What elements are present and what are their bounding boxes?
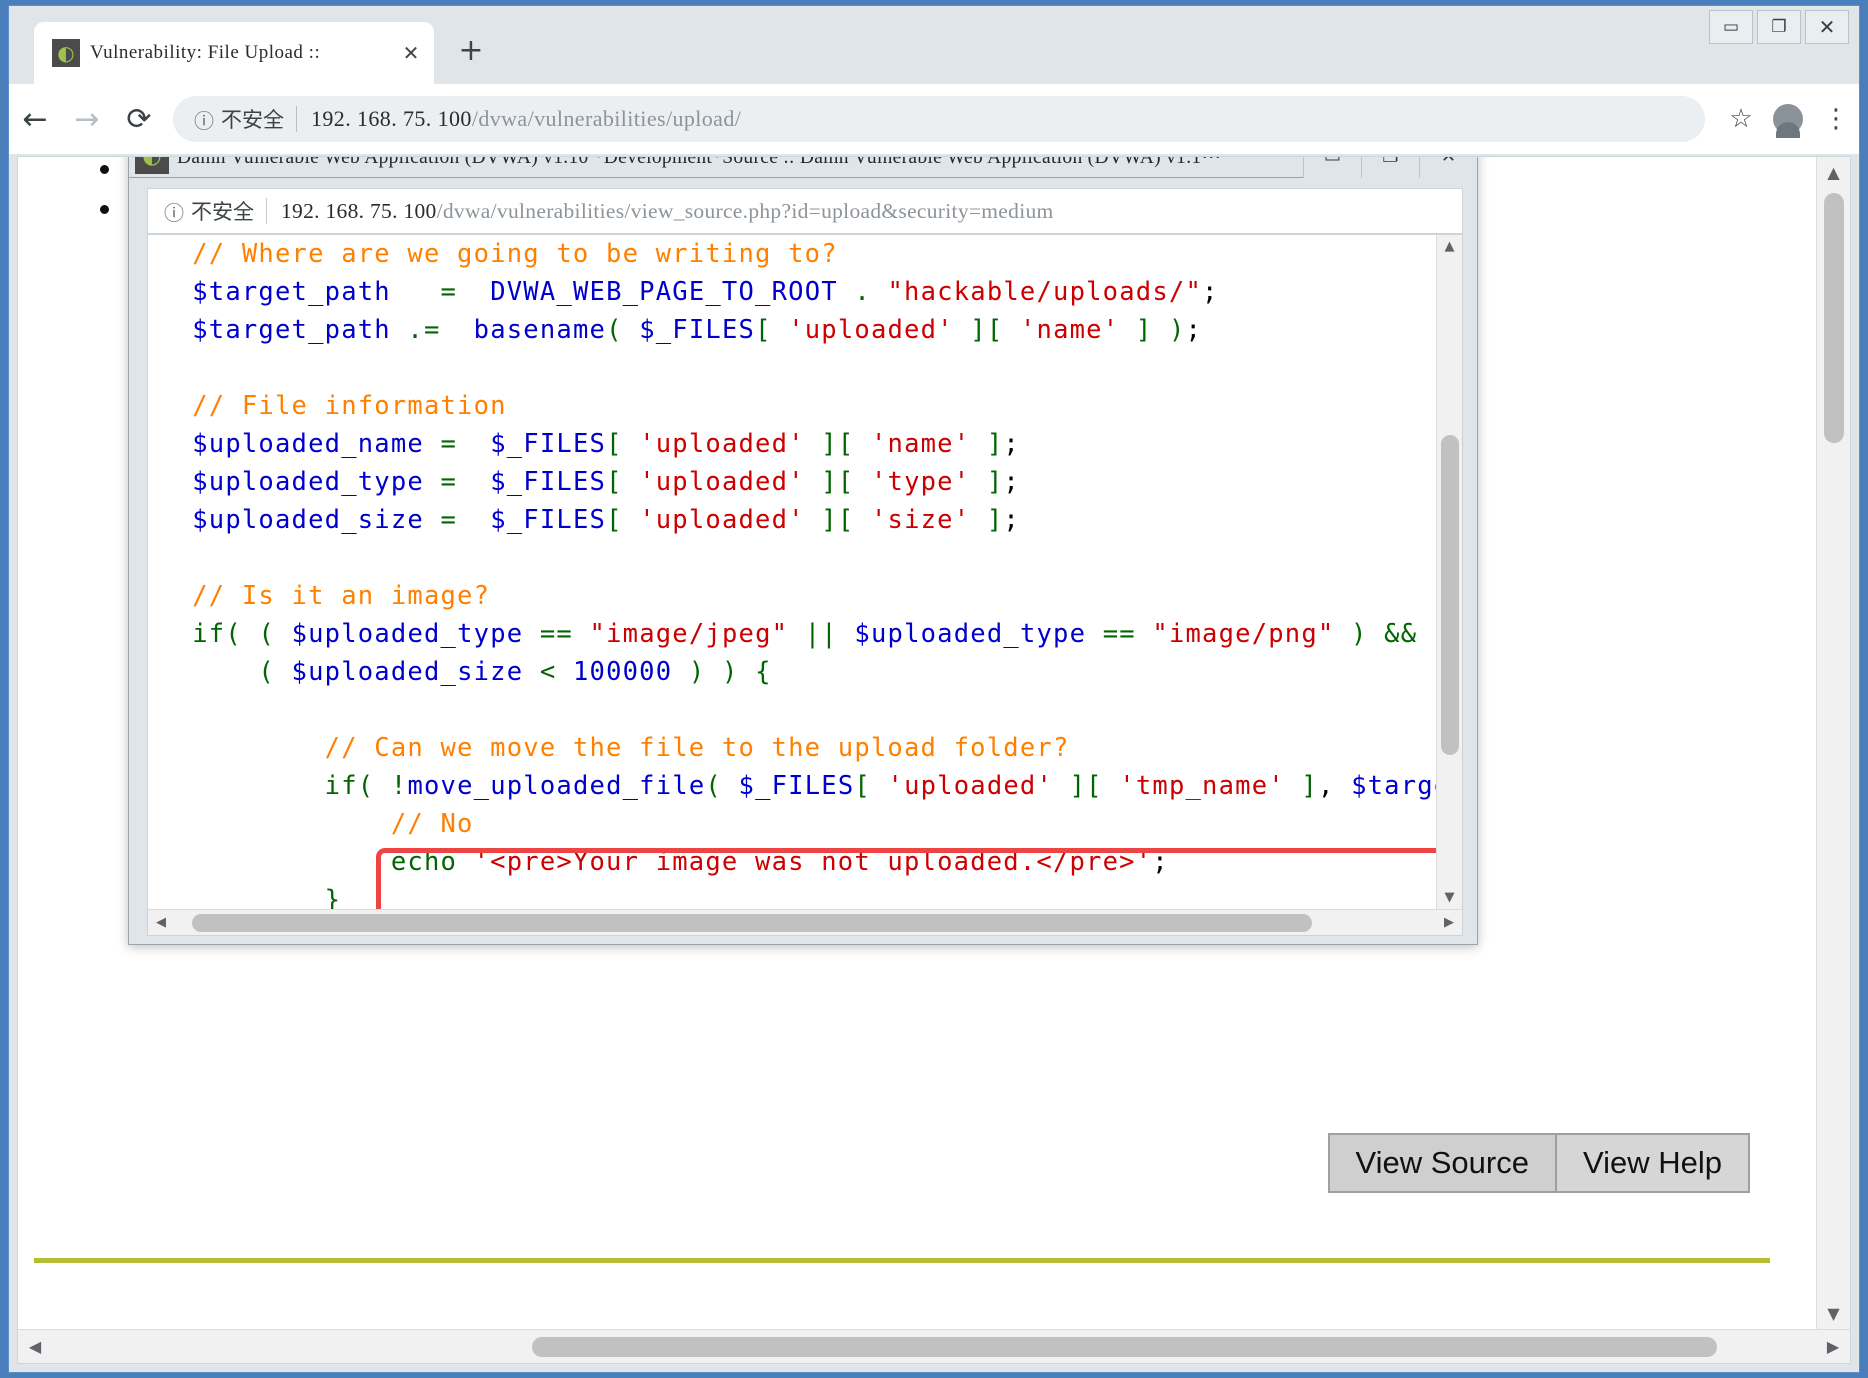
url-host: 192. 168. 75. 100 bbox=[311, 106, 472, 131]
page-horizontal-scrollbar[interactable]: ◀ ▶ bbox=[18, 1329, 1850, 1363]
view-help-button[interactable]: View Help bbox=[1556, 1135, 1748, 1191]
url-text: 192. 168. 75. 100/dvwa/vulnerabilities/v… bbox=[281, 199, 1054, 224]
bookmark-star-icon[interactable]: ☆ bbox=[1719, 104, 1763, 134]
scroll-down-arrow-icon[interactable]: ▼ bbox=[1817, 1304, 1850, 1323]
code-vertical-scrollbar[interactable]: ▲ ▼ bbox=[1436, 235, 1462, 909]
tab-title: Vulnerability: File Upload :: bbox=[90, 42, 321, 63]
avatar[interactable] bbox=[1763, 104, 1813, 138]
page-action-buttons: View Source View Help bbox=[1327, 1133, 1750, 1193]
new-tab-button[interactable]: + bbox=[454, 36, 488, 70]
scroll-right-arrow-icon[interactable]: ▶ bbox=[1436, 915, 1462, 930]
view-source-button[interactable]: View Source bbox=[1329, 1135, 1557, 1191]
security-status-label: 不安全 bbox=[221, 108, 284, 132]
source-code-block: // Where are we going to be writing to? … bbox=[192, 238, 1436, 910]
source-code-panel: // Where are we going to be writing to? … bbox=[147, 234, 1463, 936]
address-bar[interactable]: ⓘ 不安全 192. 168. 75. 100/dvwa/vulnerabili… bbox=[173, 96, 1705, 142]
popup-restore-button[interactable]: ❐ bbox=[1361, 157, 1419, 178]
restore-button[interactable]: ❐ bbox=[1757, 10, 1801, 44]
menu-kebab-icon[interactable]: ⋮ bbox=[1813, 106, 1859, 132]
scroll-up-arrow-icon[interactable]: ▲ bbox=[1437, 239, 1462, 254]
popup-minimize-button[interactable]: ▭ bbox=[1303, 157, 1361, 178]
security-status-label: 不安全 bbox=[191, 200, 254, 224]
page-vertical-scrollbar[interactable]: ▲ ▼ bbox=[1816, 157, 1850, 1329]
page-accent-bar bbox=[34, 1258, 1770, 1263]
code-horizontal-scrollbar[interactable]: ◀ ▶ bbox=[148, 909, 1462, 935]
popup-close-button[interactable]: ✕ bbox=[1419, 157, 1477, 178]
list-bullet bbox=[100, 205, 109, 214]
popup-window-controls: ▭ ❐ ✕ bbox=[1303, 157, 1477, 178]
dvwa-favicon-icon: ◐ bbox=[52, 39, 80, 67]
page-viewport: View Source View Help ◐ Damn Vulnerable … bbox=[17, 156, 1851, 1364]
back-icon[interactable]: ← bbox=[9, 102, 61, 137]
divider bbox=[296, 106, 297, 132]
browser-toolbar: ← → ⟳ ⓘ 不安全 192. 168. 75. 100/dvwa/vulne… bbox=[9, 84, 1859, 154]
scroll-thumb[interactable] bbox=[1441, 435, 1459, 755]
scroll-thumb[interactable] bbox=[1824, 193, 1844, 443]
minimize-button[interactable]: ▭ bbox=[1709, 10, 1753, 44]
scroll-thumb[interactable] bbox=[532, 1336, 1717, 1357]
scroll-down-arrow-icon[interactable]: ▼ bbox=[1437, 890, 1462, 905]
view-source-popup-window: ◐ Damn Vulnerable Web Application (DVWA)… bbox=[128, 156, 1478, 945]
url-path: /dvwa/vulnerabilities/view_source.php?id… bbox=[436, 198, 1054, 223]
scroll-right-arrow-icon[interactable]: ▶ bbox=[1816, 1337, 1850, 1356]
scroll-left-arrow-icon[interactable]: ◀ bbox=[18, 1337, 52, 1356]
reload-icon[interactable]: ⟳ bbox=[113, 102, 165, 137]
info-icon[interactable]: ⓘ bbox=[191, 105, 217, 134]
scroll-up-arrow-icon[interactable]: ▲ bbox=[1817, 163, 1850, 182]
list-bullet bbox=[100, 165, 109, 174]
popup-title-bar[interactable]: ◐ Damn Vulnerable Web Application (DVWA)… bbox=[129, 156, 1477, 178]
dvwa-favicon-icon: ◐ bbox=[135, 157, 169, 174]
forward-icon[interactable]: → bbox=[61, 102, 113, 137]
url-text: 192. 168. 75. 100/dvwa/vulnerabilities/u… bbox=[311, 106, 741, 132]
browser-tab[interactable]: ◐ Vulnerability: File Upload :: ✕ bbox=[34, 22, 434, 84]
source-code-clip: // Where are we going to be writing to? … bbox=[148, 235, 1436, 909]
url-path: /dvwa/vulnerabilities/upload/ bbox=[471, 106, 742, 131]
scroll-left-arrow-icon[interactable]: ◀ bbox=[148, 915, 174, 930]
scroll-thumb[interactable] bbox=[192, 913, 1312, 932]
tab-strip: ◐ Vulnerability: File Upload :: ✕ + bbox=[9, 6, 1859, 84]
browser-window: ◐ Vulnerability: File Upload :: ✕ + ▭ ❐ … bbox=[8, 5, 1860, 1373]
divider bbox=[266, 198, 267, 224]
info-icon[interactable]: ⓘ bbox=[160, 197, 188, 226]
popup-title: Damn Vulnerable Web Application (DVWA) v… bbox=[177, 156, 1222, 168]
popup-address-bar[interactable]: ⓘ 不安全 192. 168. 75. 100/dvwa/vulnerabili… bbox=[147, 188, 1463, 234]
close-button[interactable]: ✕ bbox=[1805, 10, 1849, 44]
close-icon[interactable]: ✕ bbox=[398, 41, 424, 65]
url-host: 192. 168. 75. 100 bbox=[281, 198, 437, 223]
window-controls: ▭ ❐ ✕ bbox=[1705, 10, 1849, 44]
